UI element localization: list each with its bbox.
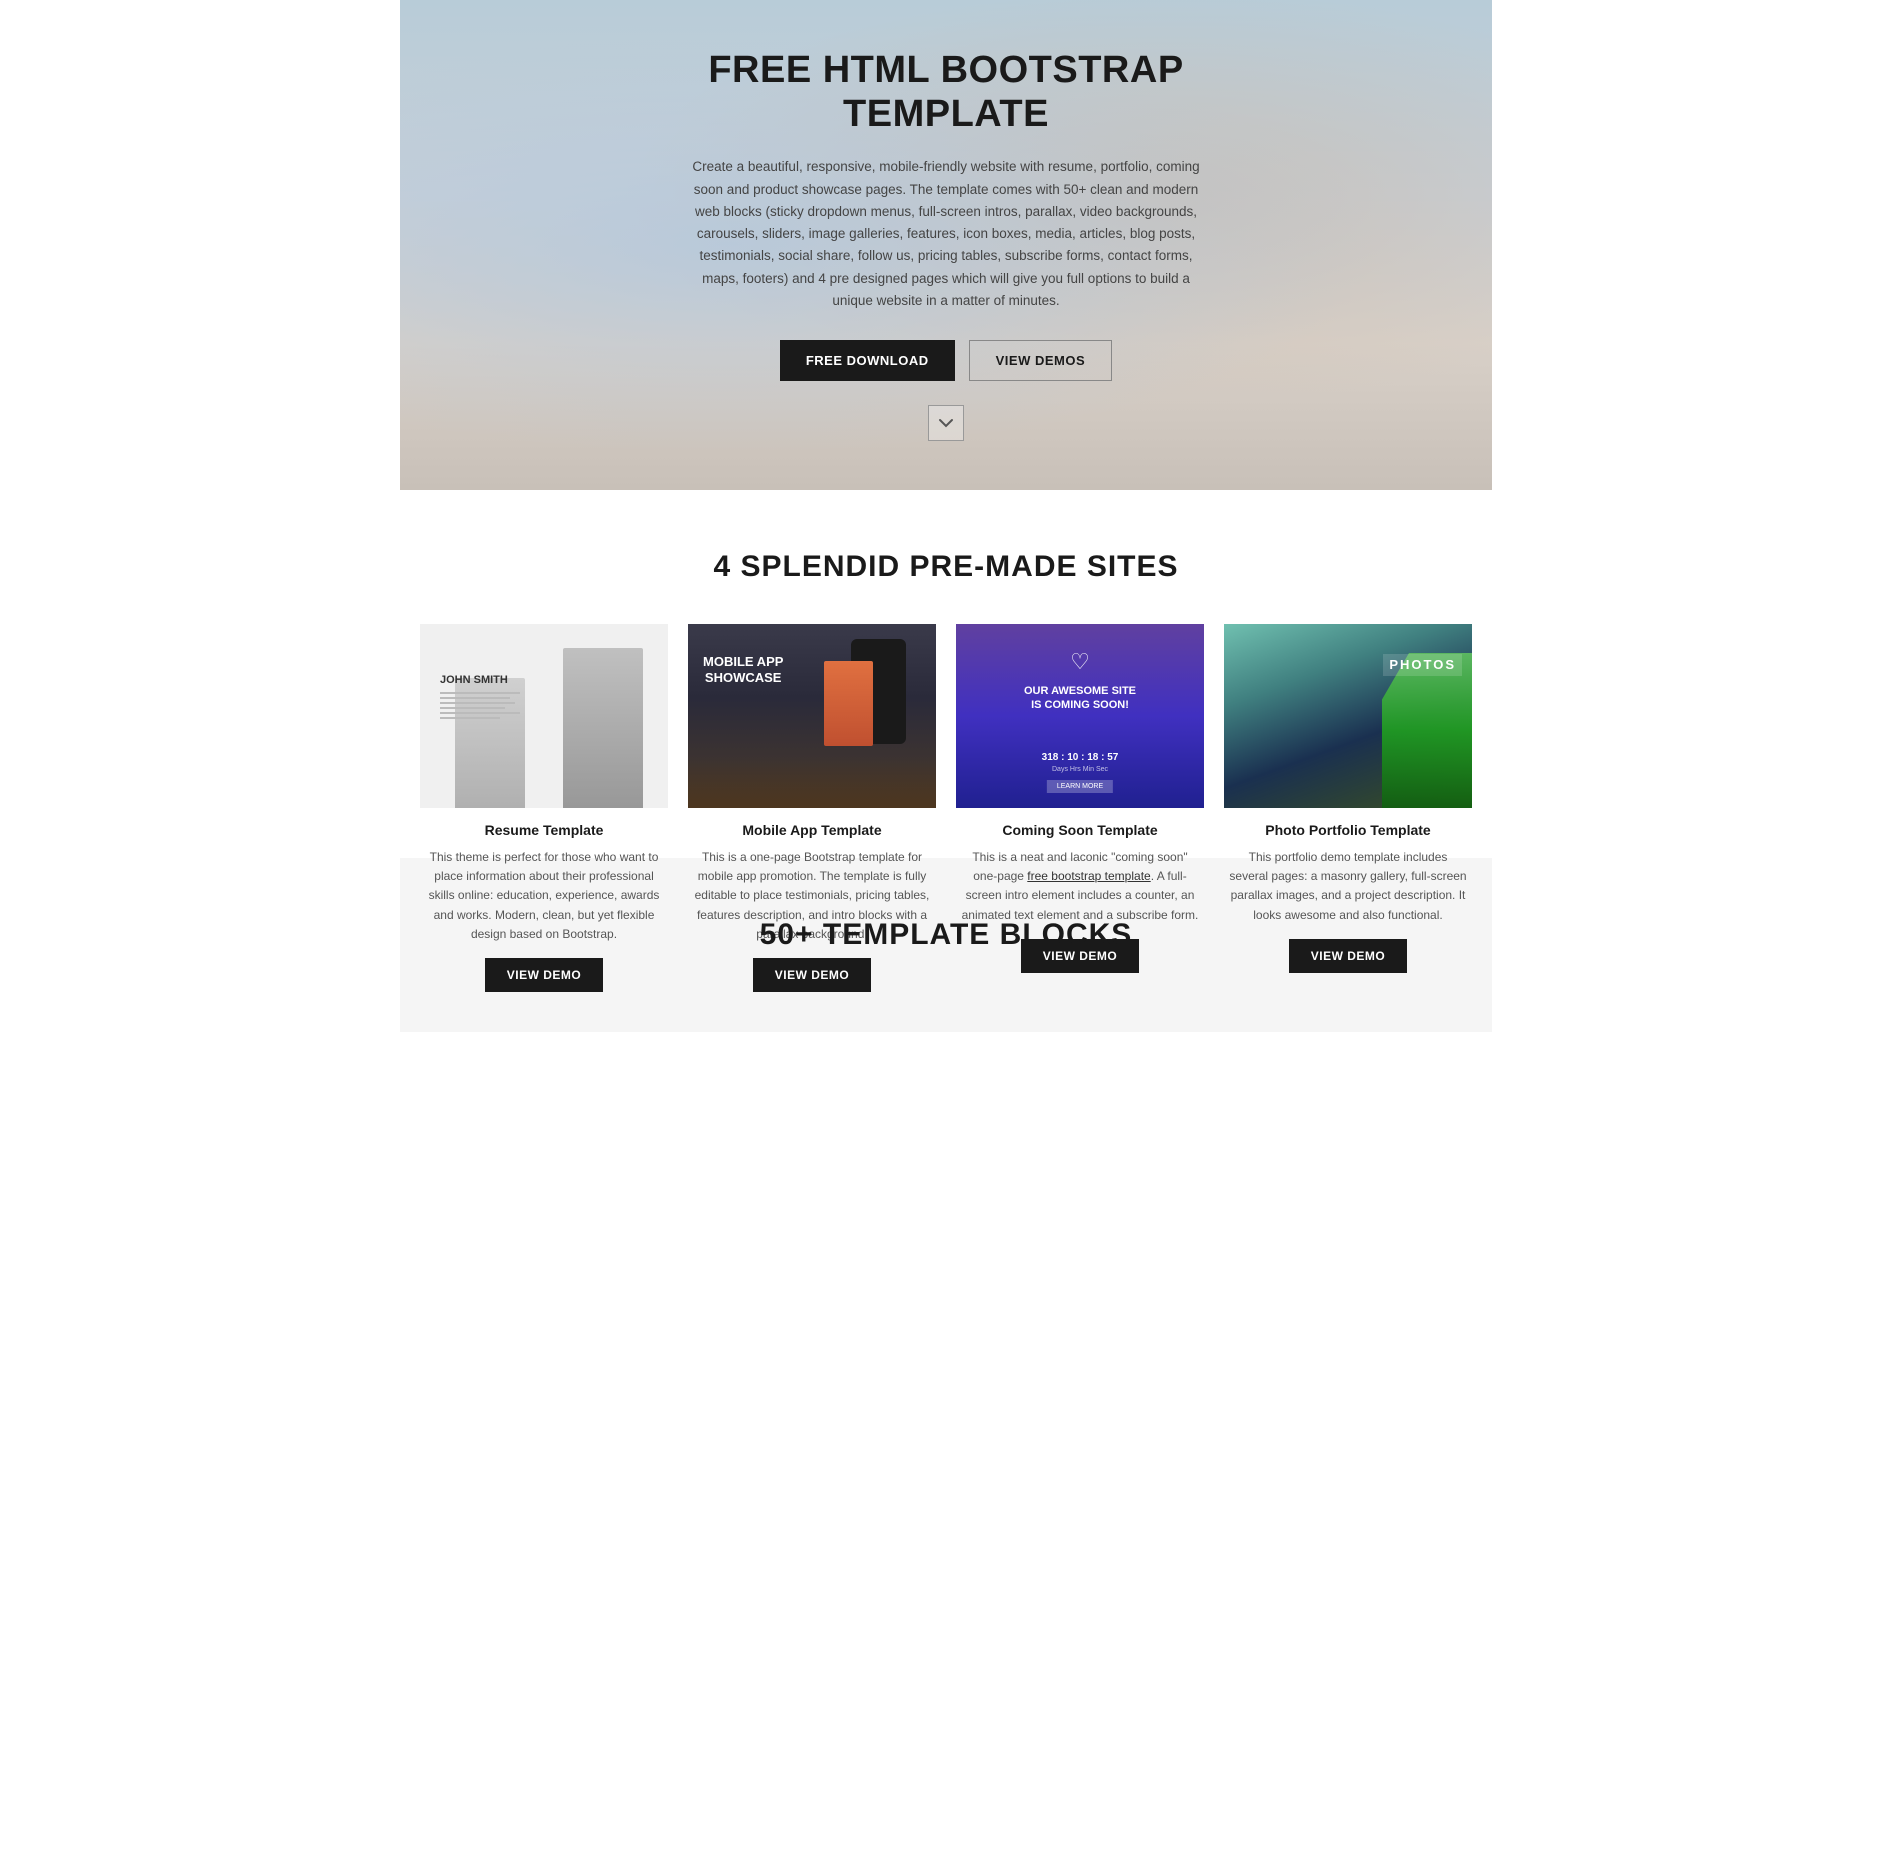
- hero-section: FREE HTML BOOTSTRAP TEMPLATE Create a be…: [400, 0, 1492, 490]
- mobile-demo-button[interactable]: VIEW DEMO: [753, 958, 872, 992]
- hero-title: FREE HTML BOOTSTRAP TEMPLATE: [691, 49, 1201, 136]
- download-button[interactable]: FREE DOWNLOAD: [780, 340, 955, 381]
- premade-section-title: 4 SPLENDID PRE-MADE SITES: [420, 550, 1472, 584]
- card-mobile-title: Mobile App Template: [688, 822, 936, 838]
- coming-link[interactable]: free bootstrap template: [1027, 869, 1150, 883]
- cards-grid: JOHN SMITH Resume Template This theme is…: [420, 624, 1472, 808]
- mobile-preview: MOBILE APPSHOWCASE: [688, 624, 936, 808]
- mobile-preview-text: MOBILE APPSHOWCASE: [703, 654, 783, 685]
- coming-counter: 318 : 10 : 18 : 57: [1042, 752, 1119, 763]
- card-coming: ♡ OUR AWESOME SITEIS COMING SOON! 318 : …: [956, 624, 1204, 808]
- heart-icon: ♡: [1070, 649, 1090, 675]
- photo-preview: PHOTOS: [1224, 624, 1472, 808]
- hero-description: Create a beautiful, responsive, mobile-f…: [691, 156, 1201, 312]
- view-demos-button[interactable]: VIEW DEMOS: [969, 340, 1113, 381]
- coming-preview: ♡ OUR AWESOME SITEIS COMING SOON! 318 : …: [956, 624, 1204, 808]
- premade-section: 4 SPLENDID PRE-MADE SITES JOHN SMITH Res…: [400, 490, 1492, 858]
- hero-content: FREE HTML BOOTSTRAP TEMPLATE Create a be…: [671, 49, 1221, 441]
- resume-figure-right: [563, 648, 643, 808]
- photo-demo-button[interactable]: VIEW DEMO: [1289, 939, 1408, 973]
- resume-lines: [440, 692, 520, 722]
- phone-screen: [824, 661, 873, 746]
- coming-counter-labels: Days Hrs Min Sec: [1052, 766, 1108, 773]
- card-coming-title: Coming Soon Template: [956, 822, 1204, 838]
- coming-mini-button[interactable]: LEARN MORE: [1047, 780, 1113, 793]
- card-resume: JOHN SMITH Resume Template This theme is…: [420, 624, 668, 808]
- card-resume-title: Resume Template: [420, 822, 668, 838]
- card-photo-desc: This portfolio demo template includes se…: [1224, 848, 1472, 925]
- resume-preview: JOHN SMITH: [420, 624, 668, 808]
- card-photo-title: Photo Portfolio Template: [1224, 822, 1472, 838]
- coming-text: OUR AWESOME SITEIS COMING SOON!: [1024, 684, 1136, 713]
- phone-shape: [851, 639, 906, 744]
- chevron-down-icon: [938, 415, 954, 431]
- resume-name-label: JOHN SMITH: [440, 674, 508, 686]
- photo-text-overlay: PHOTOS: [1389, 657, 1456, 672]
- card-coming-desc: This is a neat and laconic "coming soon"…: [956, 848, 1204, 925]
- card-photo: PHOTOS Photo Portfolio Template This por…: [1224, 624, 1472, 808]
- resume-demo-button[interactable]: VIEW DEMO: [485, 958, 604, 992]
- card-mobile: MOBILE APPSHOWCASE Mobile App Template T…: [688, 624, 936, 808]
- scroll-down-button[interactable]: [928, 405, 964, 441]
- hero-buttons: FREE DOWNLOAD VIEW DEMOS: [691, 340, 1201, 381]
- card-resume-desc: This theme is perfect for those who want…: [420, 848, 668, 944]
